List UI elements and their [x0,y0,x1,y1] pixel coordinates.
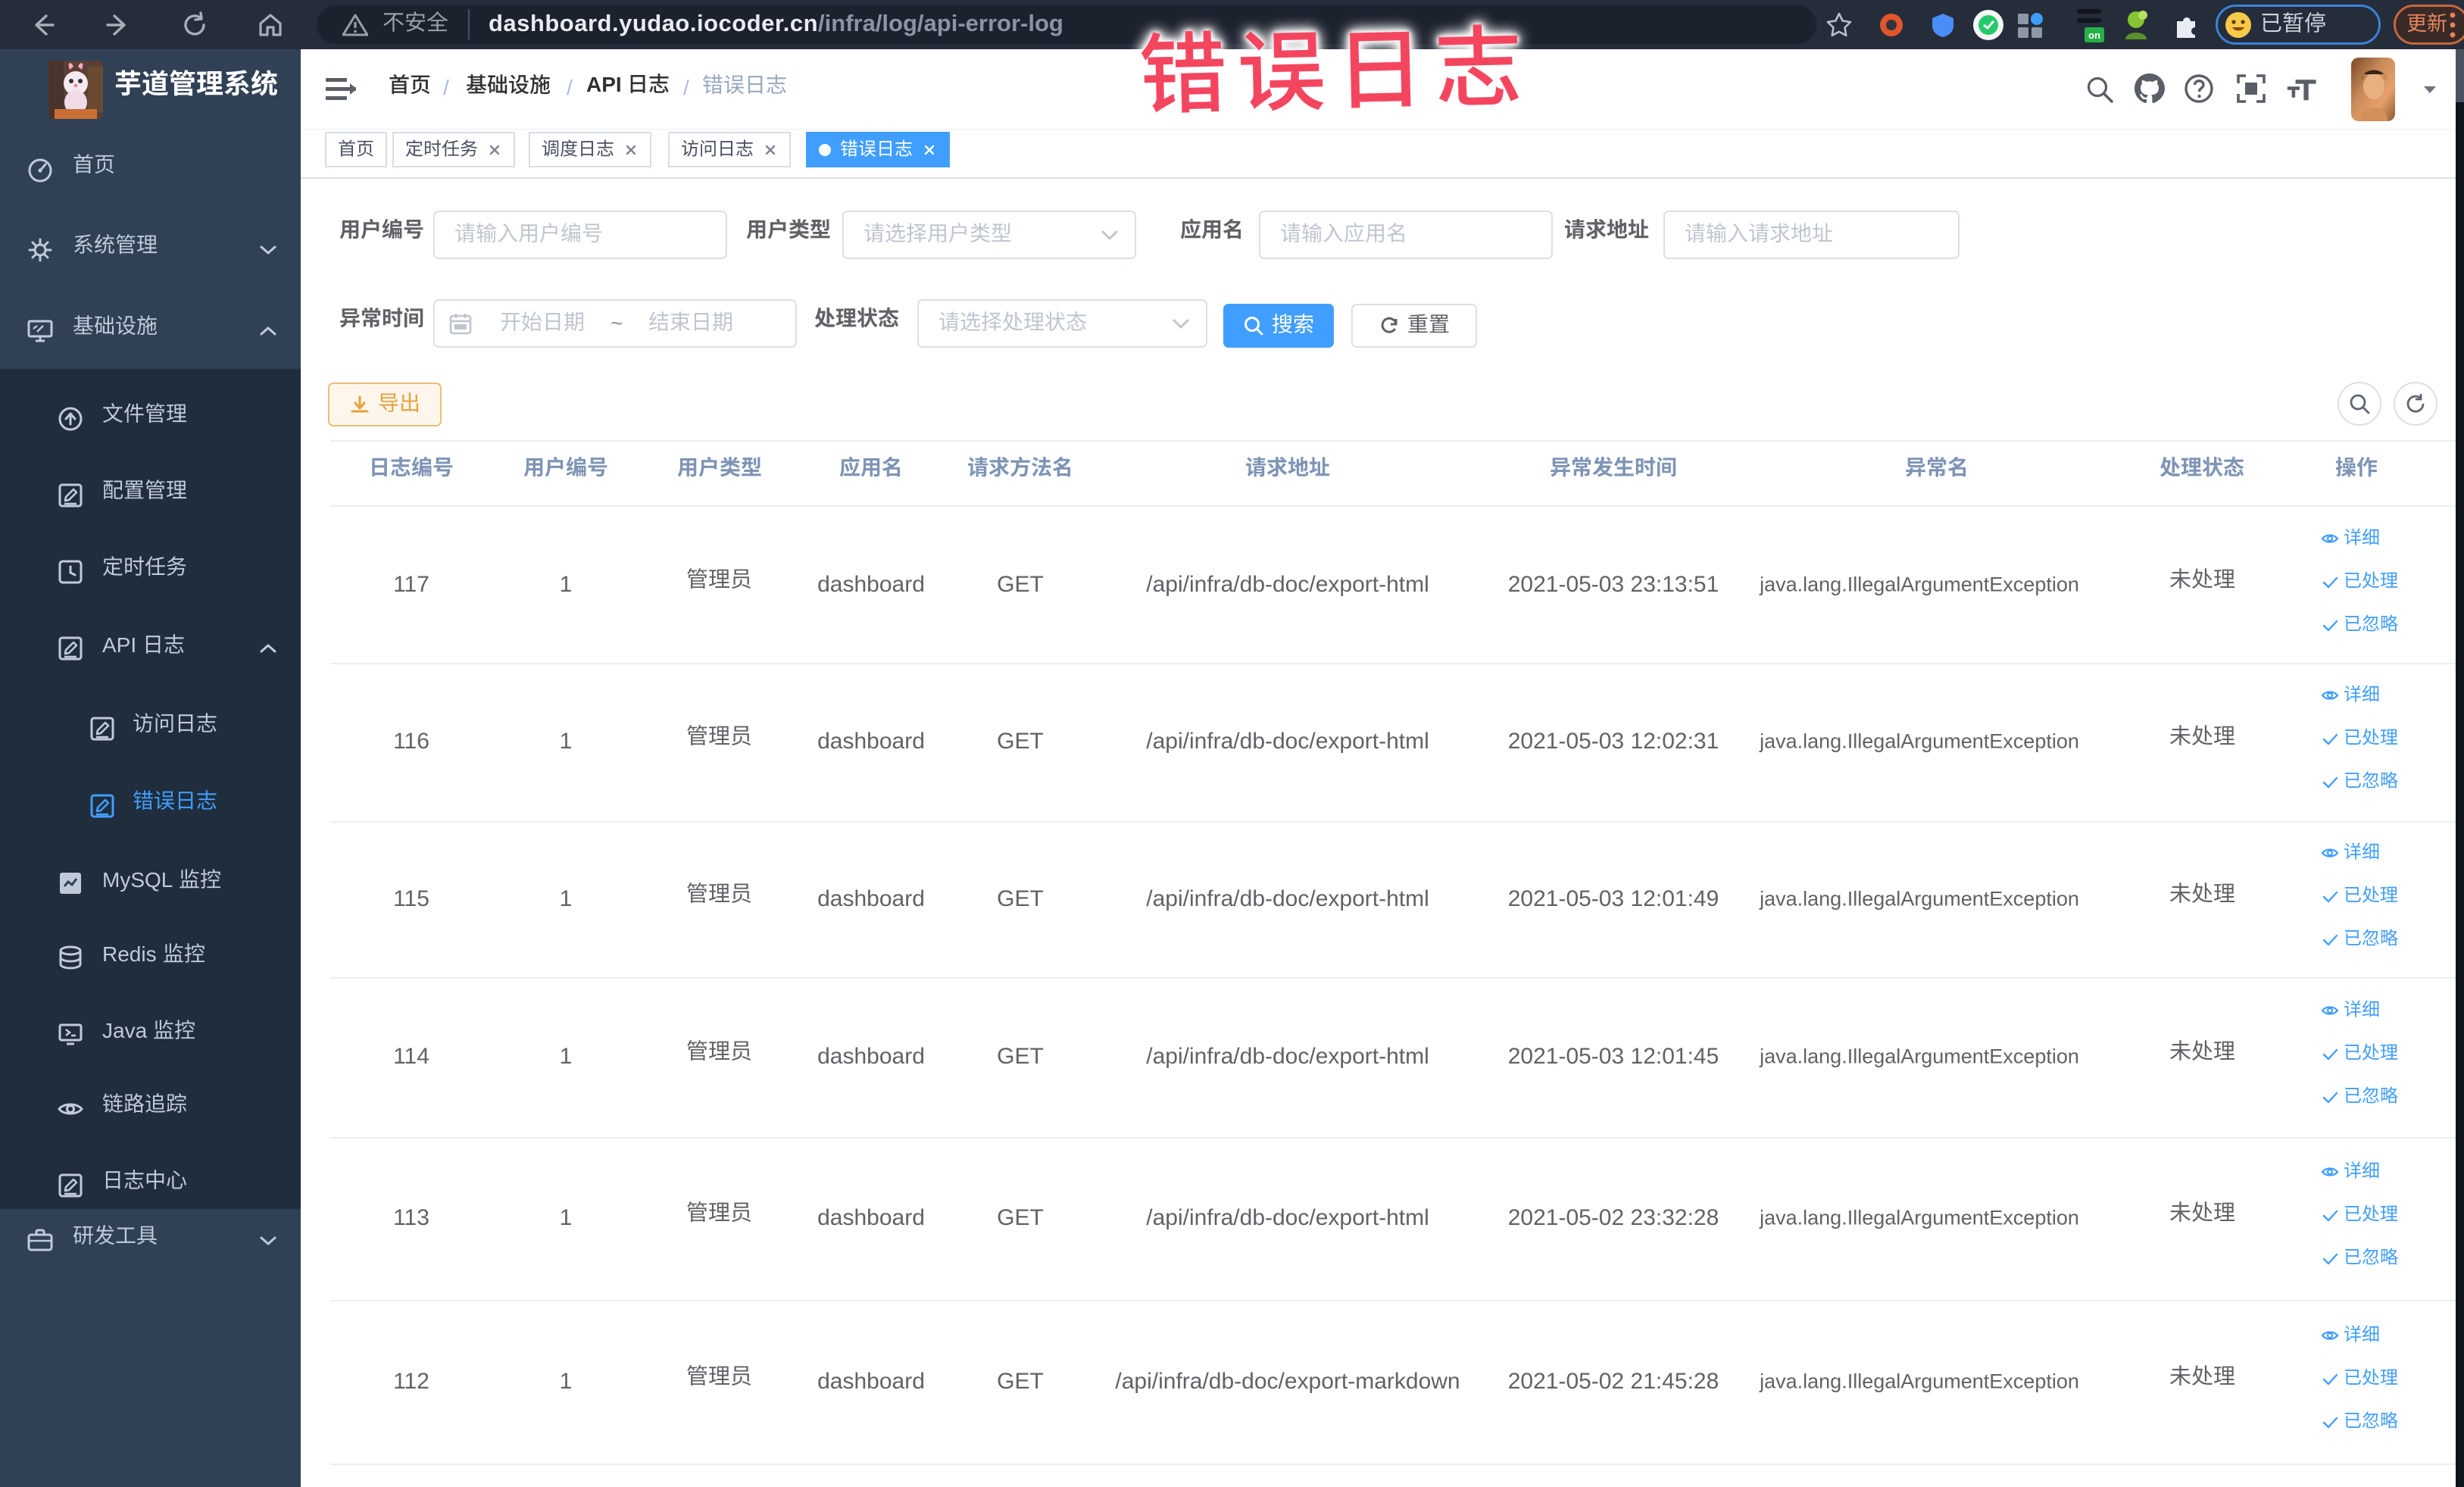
svg-text:on: on [2088,30,2100,41]
